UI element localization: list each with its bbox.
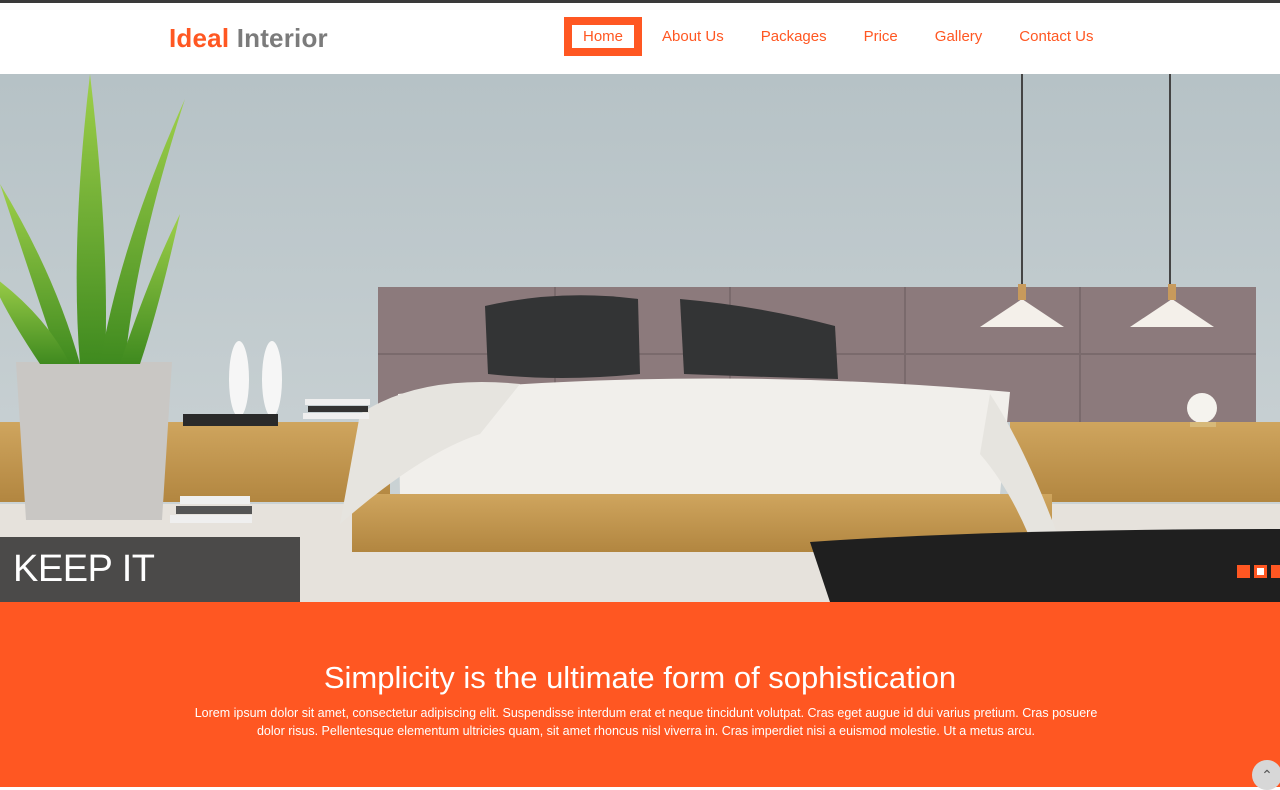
nav-packages[interactable]: Packages (761, 29, 827, 44)
intro-section: Simplicity is the ultimate form of sophi… (0, 602, 1280, 787)
nav-about-us[interactable]: About Us (662, 29, 724, 44)
logo-primary: Ideal (169, 23, 230, 53)
section-title: Simplicity is the ultimate form of sophi… (323, 660, 957, 695)
scroll-top-button[interactable]: ⌃ (1252, 760, 1280, 790)
nav-price[interactable]: Price (864, 29, 898, 44)
site-logo[interactable]: Ideal Interior (169, 23, 328, 54)
nav-home[interactable]: Home (564, 16, 643, 56)
hero-image (0, 74, 1280, 602)
hero-slider[interactable]: KEEP IT SIMPLE (0, 74, 1280, 602)
section-body: Lorem ipsum dolor sit amet, consectetur … (194, 706, 1098, 738)
hero-caption: KEEP IT SIMPLE (0, 537, 300, 602)
slide-dot-1[interactable] (1237, 565, 1250, 578)
slider-pagination (1237, 565, 1280, 578)
slide-dot-2[interactable] (1254, 565, 1267, 578)
logo-secondary: Interior (236, 23, 328, 53)
slide-dot-3[interactable] (1271, 565, 1280, 578)
nav-gallery[interactable]: Gallery (935, 29, 983, 44)
main-nav: Home About Us Packages Price Gallery Con… (564, 15, 1094, 57)
chevron-up-icon: ⌃ (1261, 766, 1273, 783)
site-header: Ideal Interior Home About Us Packages Pr… (0, 3, 1280, 74)
nav-contact-us[interactable]: Contact Us (1019, 29, 1093, 44)
